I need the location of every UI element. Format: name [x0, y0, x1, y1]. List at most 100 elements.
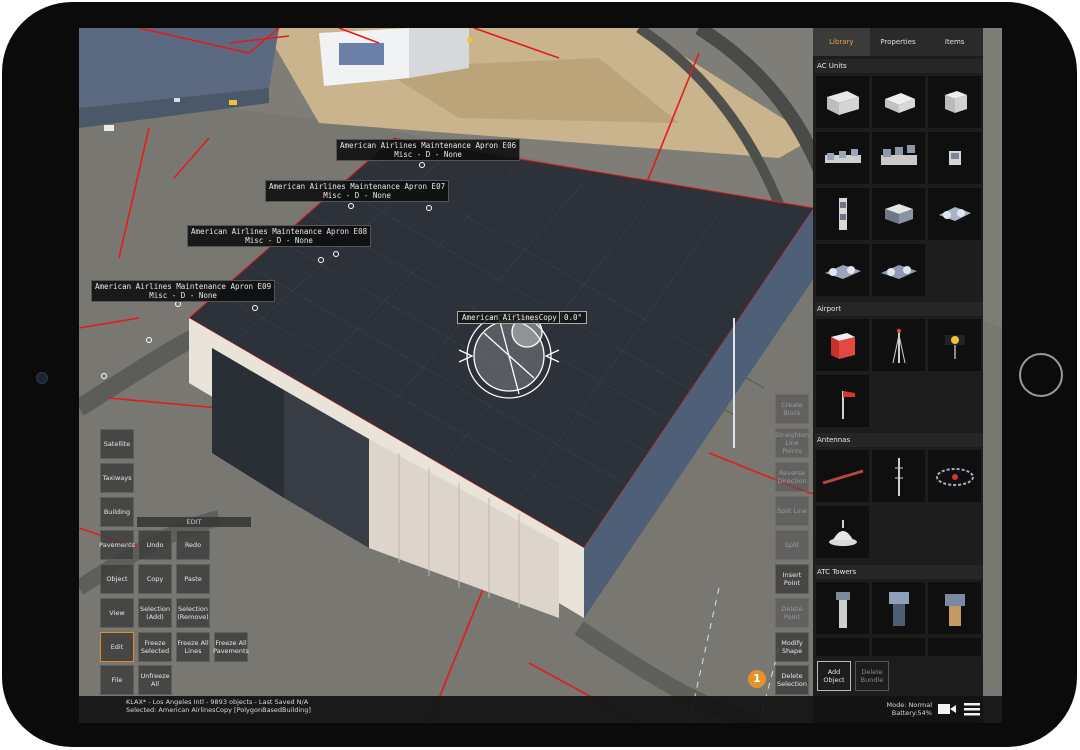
selection-remove-button[interactable]: Selection (Remove) — [176, 598, 210, 628]
category-ac-units[interactable]: AC Units — [815, 59, 983, 73]
library-item[interactable] — [872, 450, 925, 502]
hamburger-menu-icon[interactable] — [963, 701, 981, 717]
view-button[interactable]: View — [100, 598, 134, 628]
library-item[interactable] — [816, 319, 869, 371]
create-block-button[interactable]: Create Block — [775, 394, 809, 424]
straighten-line-points-button[interactable]: Straighten Line Points — [775, 428, 809, 458]
library-item[interactable] — [816, 76, 869, 128]
apron-label-e07[interactable]: American Airlines Maintenance Apron E07 … — [265, 180, 450, 202]
library-item[interactable] — [928, 76, 981, 128]
redo-button[interactable]: Redo — [176, 530, 210, 560]
paste-button[interactable]: Paste — [176, 564, 210, 594]
ac-unit-icon — [880, 265, 917, 279]
delete-bundle-button[interactable]: Delete Bundle — [855, 661, 889, 691]
apron-label-subtitle: Misc - D - None — [323, 191, 391, 200]
status-text: KLAX* - Los Angeles Intl - 9893 objects … — [126, 698, 311, 714]
apron-label-subtitle: Misc - D - None — [245, 236, 313, 245]
atc-tower-icon — [944, 594, 965, 626]
status-line-file: KLAX* - Los Angeles Intl - 9893 objects … — [126, 698, 309, 706]
library-item[interactable] — [928, 582, 981, 634]
building-button[interactable]: Building — [100, 497, 134, 527]
atc-tower-icon — [888, 592, 909, 626]
unfreeze-all-button[interactable]: Unfreeze All — [138, 665, 172, 695]
ac-unit-icon — [824, 149, 861, 163]
apron-label-subtitle: Misc - D - None — [149, 291, 217, 300]
selection-add-button[interactable]: Selection (Add) — [138, 598, 172, 628]
apron-label-subtitle: Misc - D - None — [394, 150, 462, 159]
antenna-mast-icon — [894, 458, 903, 496]
category-atc-towers[interactable]: ATC Towers — [815, 565, 983, 579]
delete-selection-button[interactable]: Delete Selection — [775, 665, 809, 695]
pavements-button[interactable]: Pavements — [99, 530, 135, 560]
freeze-selected-button[interactable]: Freeze Selected — [138, 632, 172, 662]
rotation-readout: 0.0° — [559, 311, 588, 324]
freeze-all-pavements-button[interactable]: Freeze All Pavements — [213, 632, 249, 662]
atc-tower-icon — [835, 592, 850, 628]
library-item[interactable] — [928, 132, 981, 184]
library-item[interactable] — [816, 450, 869, 502]
modify-shape-button[interactable]: Modify Shape — [775, 632, 809, 662]
category-airport[interactable]: Airport — [815, 302, 983, 316]
panel-tabs: Library Properties Items — [813, 28, 983, 56]
library-item[interactable] — [816, 188, 869, 240]
copy-button[interactable]: Copy — [138, 564, 172, 594]
status-line-selected: Selected: American AirlinesCopy [Polygon… — [126, 706, 311, 714]
split-line-button[interactable]: Split Line — [775, 496, 809, 526]
library-item[interactable] — [816, 244, 869, 296]
library-item[interactable] — [816, 506, 869, 558]
library-item[interactable] — [816, 582, 869, 634]
front-camera — [36, 372, 48, 384]
library-panel: Library Properties Items AC Units Airpor… — [813, 28, 983, 723]
library-item[interactable] — [872, 188, 925, 240]
library-item[interactable] — [872, 582, 925, 634]
tab-properties[interactable]: Properties — [870, 28, 927, 56]
add-object-button[interactable]: Add Object — [817, 661, 851, 691]
radar-dome-icon — [828, 520, 857, 546]
ac-unit-icon — [826, 91, 859, 115]
video-camera-icon[interactable] — [937, 702, 957, 716]
ac-unit-icon — [938, 207, 971, 221]
library-item[interactable] — [872, 76, 925, 128]
taxiways-button[interactable]: Taxiways — [100, 463, 134, 493]
freeze-all-lines-button[interactable]: Freeze All Lines — [176, 632, 210, 662]
ac-unit-icon — [838, 198, 847, 230]
mode-text: Mode: Normal — [886, 701, 932, 709]
step-badge: 1 — [748, 670, 766, 688]
apron-label-e09[interactable]: American Airlines Maintenance Apron E09 … — [91, 280, 276, 302]
file-button[interactable]: File — [100, 665, 134, 695]
object-button[interactable]: Object — [100, 564, 134, 594]
tab-library[interactable]: Library — [813, 28, 870, 56]
airport-structure-icon — [830, 333, 855, 359]
undo-button[interactable]: Undo — [138, 530, 172, 560]
home-button[interactable] — [1019, 353, 1063, 397]
apron-label-e08[interactable]: American Airlines Maintenance Apron E08 … — [187, 225, 372, 247]
reverse-direction-button[interactable]: Reverse Direction — [775, 462, 809, 492]
selected-object-name: American AirlinesCopy — [457, 311, 562, 324]
signal-light-icon — [944, 335, 965, 359]
apron-label-title: American Airlines Maintenance Apron E09 — [95, 282, 272, 291]
ac-unit-icon — [880, 145, 917, 165]
library-item[interactable] — [928, 319, 981, 371]
ac-unit-icon — [824, 265, 861, 279]
edit-button[interactable]: Edit — [100, 632, 134, 662]
category-antennas[interactable]: Antennas — [815, 433, 983, 447]
library-item[interactable] — [816, 132, 869, 184]
apron-label-title: American Airlines Maintenance Apron E06 — [340, 141, 517, 150]
delete-point-button[interactable]: Delete Point — [775, 598, 809, 628]
library-item[interactable] — [928, 188, 981, 240]
apron-label-e06[interactable]: American Airlines Maintenance Apron E06 … — [336, 139, 521, 161]
split-button[interactable]: Split — [775, 530, 809, 560]
app-screen: American Airlines Maintenance Apron E06 … — [79, 28, 1002, 723]
insert-point-button[interactable]: Insert Point — [775, 564, 809, 594]
tab-items[interactable]: Items — [926, 28, 983, 56]
ac-unit-icon — [884, 204, 913, 224]
library-item[interactable] — [816, 375, 869, 427]
satellite-button[interactable]: Satellite — [100, 429, 134, 459]
apron-label-title: American Airlines Maintenance Apron E08 — [191, 227, 368, 236]
mode-readout: Mode: Normal Battery:54% — [887, 701, 932, 717]
library-item[interactable] — [928, 450, 981, 502]
library-item[interactable] — [872, 132, 925, 184]
antenna-array-icon — [822, 469, 863, 485]
library-item[interactable] — [872, 244, 925, 296]
library-item[interactable] — [872, 319, 925, 371]
